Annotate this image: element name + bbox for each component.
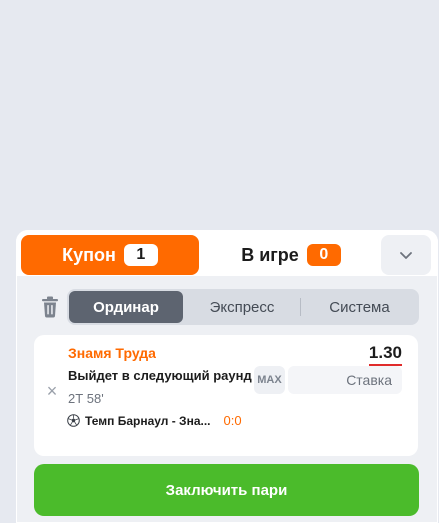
match-name[interactable]: Темп Барнаул - Зна...: [85, 414, 211, 428]
bet-coupon-panel: Купон 1 В игре 0 Ординар Экспресс Систем…: [16, 230, 438, 523]
tab-in-game-label: В игре: [241, 244, 299, 265]
bet-type-single[interactable]: Ординар: [69, 291, 183, 323]
tab-coupon[interactable]: Купон 1: [21, 235, 199, 275]
tab-in-game[interactable]: В игре 0: [206, 235, 376, 275]
collapse-button[interactable]: [381, 235, 431, 275]
coupon-tabs: Купон 1 В игре 0: [16, 230, 438, 276]
soccer-ball-icon: [67, 414, 80, 427]
bet-type-express[interactable]: Экспресс: [185, 291, 299, 323]
tab-coupon-count-badge: 1: [123, 244, 158, 266]
bet-slip-card: × Знамя Труда 1.30 Выйдет в следующий ра…: [34, 335, 418, 456]
close-icon[interactable]: ×: [44, 382, 60, 400]
match-info: Темп Барнаул - Зна... 0:0: [67, 413, 242, 428]
tab-in-game-count-badge: 0: [306, 244, 341, 266]
segment-divider: [300, 298, 301, 316]
bet-market: Выйдет в следующий раунд: [68, 368, 252, 383]
max-stake-button[interactable]: MAX: [254, 366, 285, 394]
match-score: 0:0: [223, 413, 242, 428]
bet-type-switch: Ординар Экспресс Система: [67, 289, 419, 325]
match-period: 2Т 58': [68, 391, 104, 406]
tab-coupon-label: Купон: [62, 244, 116, 265]
bet-odds: 1.30: [368, 343, 402, 366]
bet-selection-team: Знамя Труда: [68, 345, 156, 361]
stake-input[interactable]: [288, 366, 402, 394]
place-bet-button[interactable]: Заключить пари: [34, 464, 419, 516]
trash-icon[interactable]: [40, 296, 60, 318]
bet-type-system[interactable]: Система: [302, 291, 417, 323]
chevron-down-icon: [400, 251, 412, 259]
